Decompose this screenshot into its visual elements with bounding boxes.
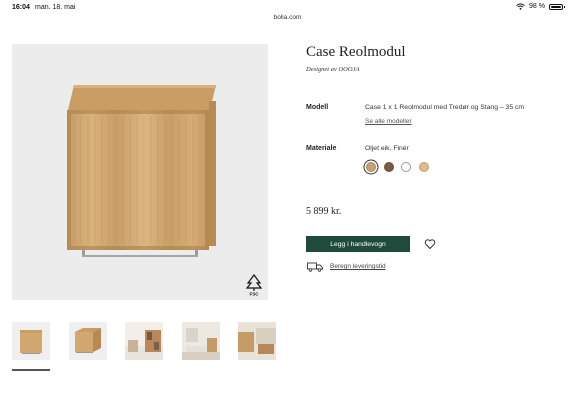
thumbnail-cabinet-angle[interactable] xyxy=(69,322,107,360)
battery-icon xyxy=(549,3,565,10)
product-designer[interactable]: Designet av OOOJA xyxy=(306,66,359,73)
swatch-light-oak[interactable] xyxy=(418,162,429,172)
product-title: Case Reolmodul xyxy=(306,44,406,60)
model-label: Modell xyxy=(306,104,329,111)
product-price: 5 899 kr. xyxy=(306,206,342,217)
add-to-cart-button[interactable]: Legg i handlevogn xyxy=(306,236,410,252)
cabinet-rail xyxy=(82,249,198,257)
thumbnail-living-room[interactable] xyxy=(182,322,220,360)
thumbnail-cabinet-front[interactable] xyxy=(12,322,50,360)
thumbnail-room-detail[interactable] xyxy=(238,322,276,360)
status-bar: 16:04 man. 18. mai bolia.com 98 % xyxy=(0,0,575,21)
svg-text:FSC: FSC xyxy=(250,292,260,297)
status-time: 16:04 xyxy=(12,4,30,11)
swatch-dark-oak[interactable] xyxy=(383,162,394,172)
swatch-white[interactable] xyxy=(401,162,411,172)
thumbnail-room-shelf[interactable] xyxy=(125,322,163,360)
status-date: man. 18. mai xyxy=(35,4,76,11)
swatch-oiled-oak[interactable] xyxy=(366,162,376,172)
fsc-logo: FSC xyxy=(245,274,263,296)
cabinet-top xyxy=(68,85,216,110)
material-value: Oljet eik, Finér xyxy=(365,145,409,152)
material-label: Materiale xyxy=(306,145,337,152)
status-icons: 98 % xyxy=(516,3,565,10)
cabinet-side xyxy=(209,101,216,246)
wifi-icon xyxy=(516,3,525,10)
thumbnail-selected-indicator xyxy=(12,369,50,371)
cabinet-front xyxy=(67,110,209,250)
see-all-models-link[interactable]: Se alle modeller xyxy=(365,118,412,125)
truck-icon xyxy=(307,262,323,272)
battery-percent: 98 % xyxy=(529,3,545,10)
address-bar[interactable]: bolia.com xyxy=(0,14,575,21)
heart-icon[interactable] xyxy=(424,238,436,250)
shipping-time-link[interactable]: Beregn leveringstid xyxy=(330,263,386,270)
model-value: Case 1 x 1 Reolmodul med Tredør og Stang… xyxy=(365,104,525,111)
